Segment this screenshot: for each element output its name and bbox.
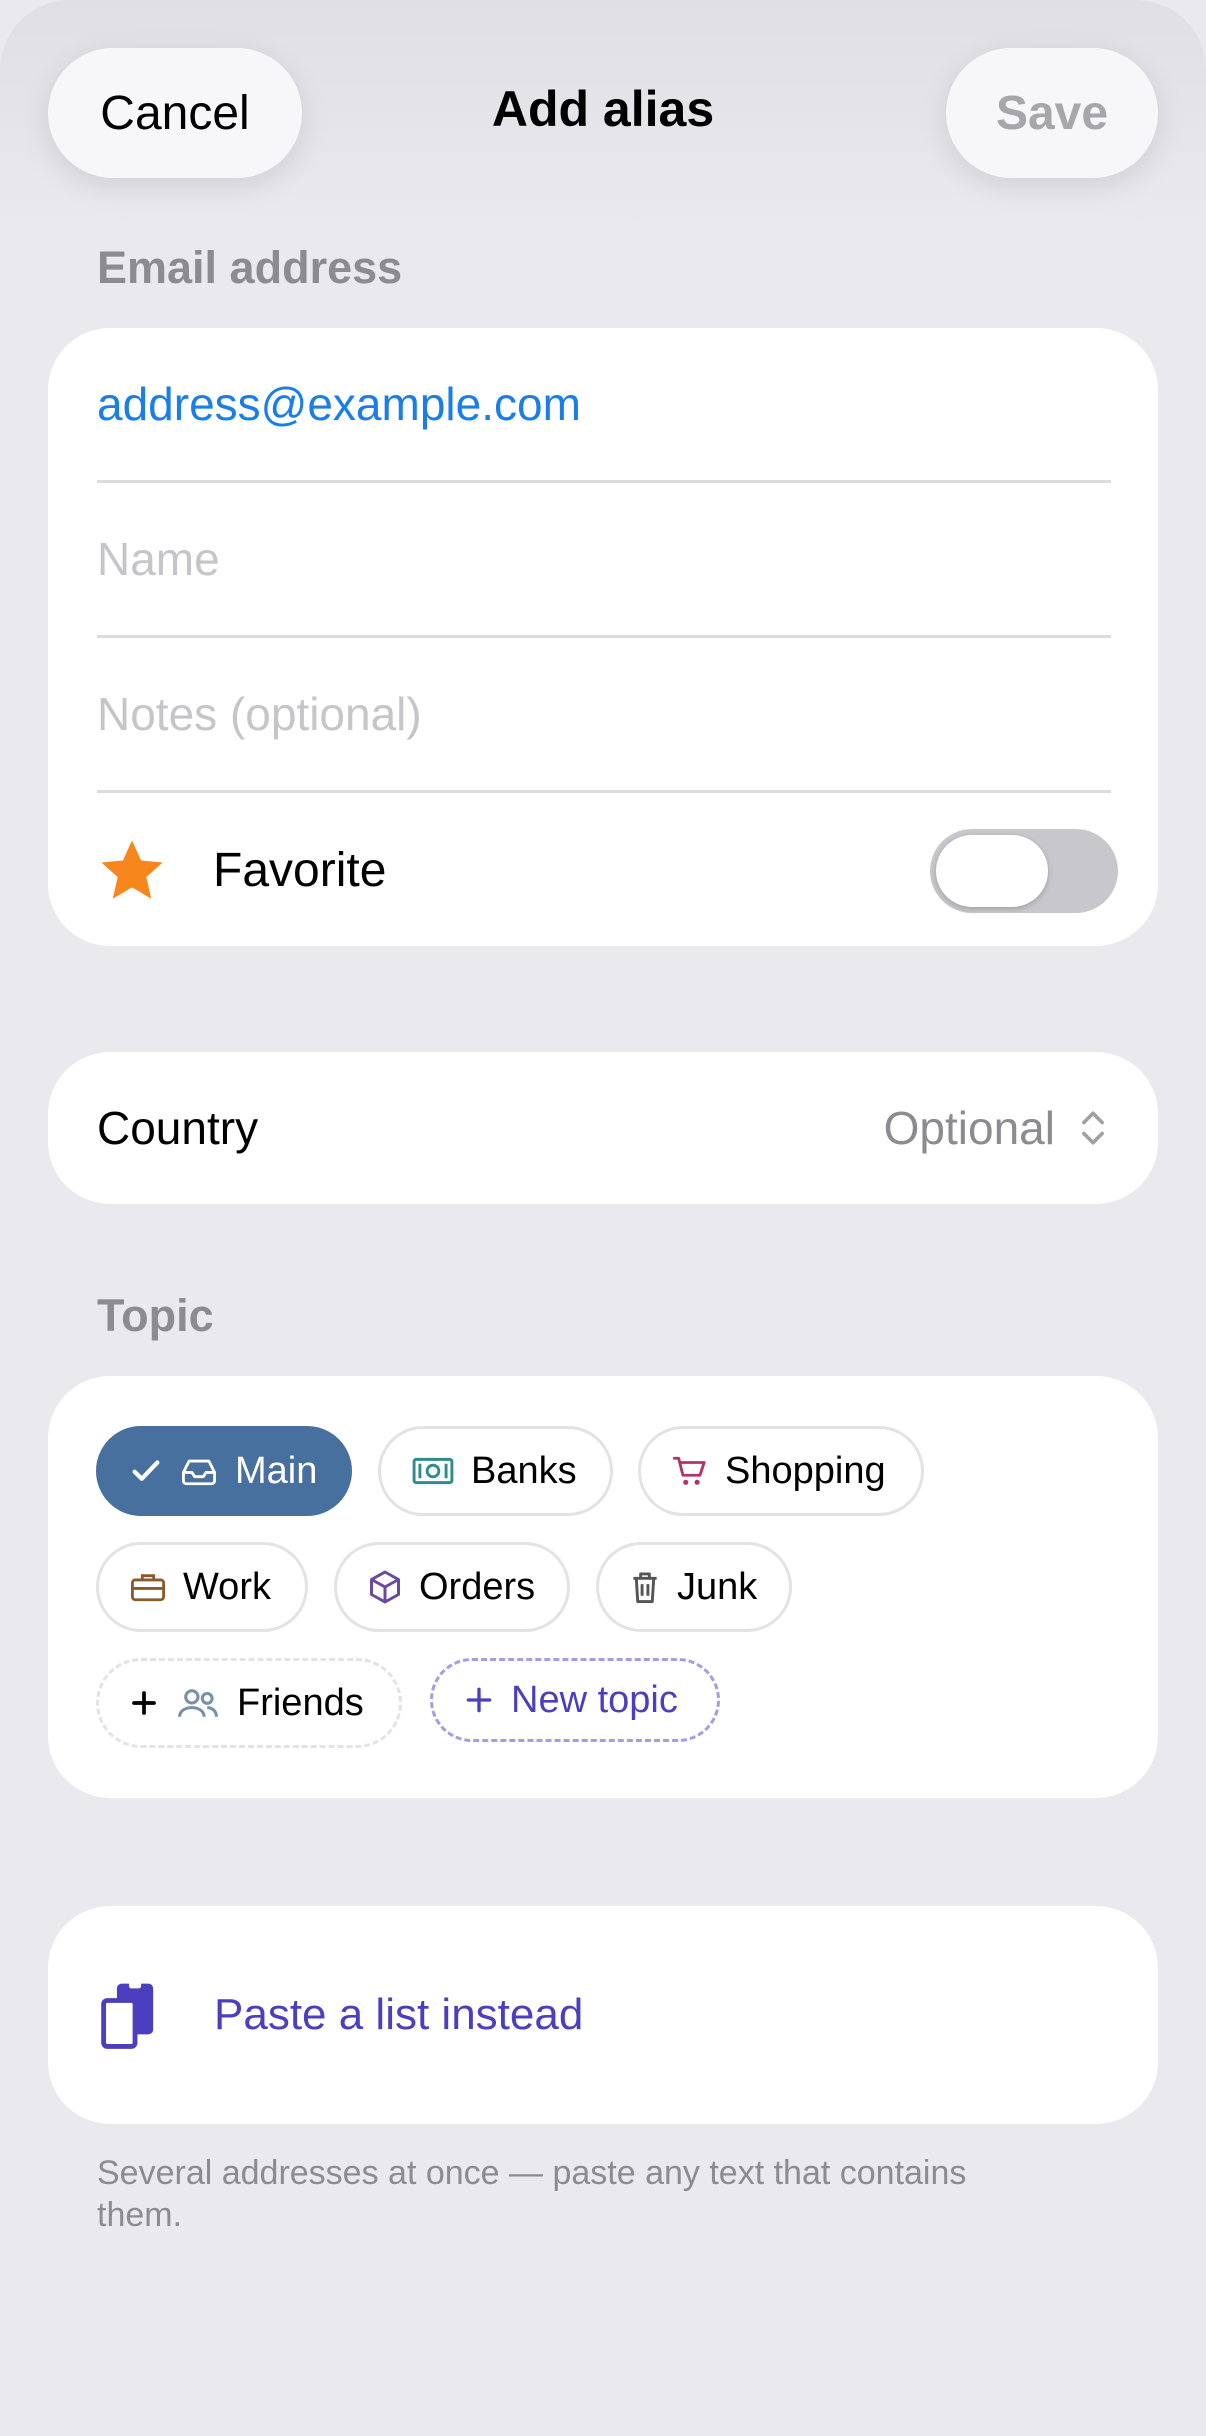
topic-chip-banks[interactable]: Banks <box>378 1426 613 1516</box>
topic-chip-orders[interactable]: Orders <box>334 1542 570 1632</box>
trash-icon <box>633 1572 657 1603</box>
paste-footnote: Several addresses at once — paste any te… <box>97 2154 967 2234</box>
inbox-icon <box>182 1459 216 1486</box>
name-field[interactable]: Name <box>97 483 1111 638</box>
favorite-row: Favorite <box>97 793 1118 948</box>
topic-chip-friends[interactable]: Friends <box>96 1658 402 1748</box>
topic-section-label: Topic <box>97 1290 214 1341</box>
country-row[interactable]: Country Optional <box>48 1052 1158 1204</box>
topic-chip-main[interactable]: Main <box>96 1426 352 1516</box>
checkmark-icon <box>132 1460 160 1481</box>
cart-icon <box>673 1456 706 1485</box>
people-icon <box>178 1689 218 1717</box>
plus-icon <box>466 1687 492 1713</box>
save-button[interactable]: Save <box>946 48 1158 178</box>
country-value: Optional <box>883 1102 1055 1154</box>
email-card: address@example.com Name Notes (optional… <box>48 328 1158 946</box>
box-icon <box>370 1570 400 1604</box>
chip-label: Friends <box>237 1681 364 1724</box>
paste-list-label: Paste a list instead <box>214 1990 584 2039</box>
chip-label: Banks <box>471 1449 577 1492</box>
plus-icon <box>132 1691 156 1715</box>
star-icon <box>101 839 163 899</box>
chip-label: Work <box>183 1565 271 1608</box>
chevron-updown-icon <box>1082 1111 1104 1145</box>
topic-chip-shopping[interactable]: Shopping <box>638 1426 924 1516</box>
chip-label: Junk <box>677 1565 758 1608</box>
topic-card: Main Banks Shopping Work Orders Junk Fri… <box>48 1376 1158 1798</box>
country-picker[interactable]: Optional <box>884 1101 1109 1155</box>
email-field[interactable]: address@example.com <box>97 328 1111 483</box>
favorite-toggle[interactable] <box>930 829 1118 913</box>
chip-label: Shopping <box>725 1449 886 1492</box>
briefcase-icon <box>131 1574 165 1602</box>
chip-label: Orders <box>419 1565 536 1608</box>
clipboard-icon <box>101 1981 154 2049</box>
paste-list-button[interactable]: Paste a list instead <box>48 1906 1158 2124</box>
toggle-knob <box>936 835 1048 907</box>
new-topic-button[interactable]: New topic <box>430 1658 720 1742</box>
sheet: Cancel Add alias Save Email address addr… <box>0 0 1206 2436</box>
country-label: Country <box>97 1102 259 1154</box>
notes-field[interactable]: Notes (optional) <box>97 638 1111 793</box>
favorite-label: Favorite <box>213 844 387 897</box>
chip-label: Main <box>235 1449 318 1492</box>
email-section-label: Email address <box>97 242 403 293</box>
topic-chip-work[interactable]: Work <box>96 1542 308 1632</box>
topic-chip-junk[interactable]: Junk <box>596 1542 792 1632</box>
new-topic-label: New topic <box>511 1678 678 1721</box>
banknote-icon <box>412 1457 454 1485</box>
